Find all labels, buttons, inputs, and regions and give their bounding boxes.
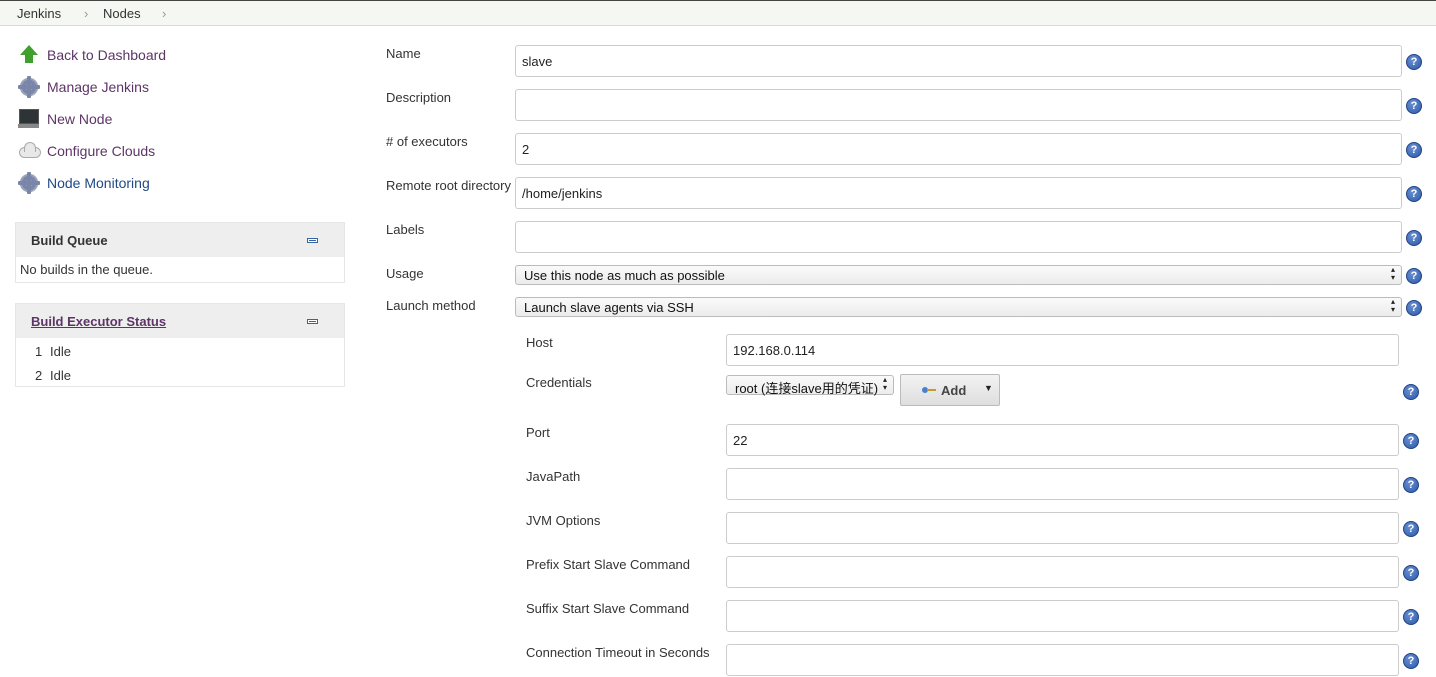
help-icon[interactable] bbox=[1403, 565, 1419, 581]
help-icon[interactable] bbox=[1403, 433, 1419, 449]
executor-number: 1 bbox=[35, 344, 43, 359]
task-configure-clouds[interactable]: Configure Clouds bbox=[18, 139, 155, 163]
executor-status-pane: Build Executor Status 1 Idle 2 Idle bbox=[15, 303, 345, 387]
remote-root-label: Remote root directory bbox=[386, 178, 511, 193]
name-input[interactable] bbox=[515, 45, 1402, 77]
help-icon[interactable] bbox=[1403, 521, 1419, 537]
name-label: Name bbox=[386, 46, 421, 61]
task-label: Back to Dashboard bbox=[47, 47, 167, 63]
executors-label: # of executors bbox=[386, 134, 468, 149]
executor-row: 2 Idle bbox=[16, 362, 344, 386]
prefix-command-input[interactable] bbox=[726, 556, 1399, 588]
build-queue-empty-text: No builds in the queue. bbox=[20, 262, 153, 277]
help-icon[interactable] bbox=[1406, 54, 1422, 70]
help-icon[interactable] bbox=[1403, 653, 1419, 669]
help-icon[interactable] bbox=[1406, 98, 1422, 114]
help-icon[interactable] bbox=[1406, 300, 1422, 316]
task-label: Manage Jenkins bbox=[47, 79, 149, 95]
description-label: Description bbox=[386, 90, 452, 105]
gear-icon bbox=[18, 172, 40, 194]
build-queue-pane: Build Queue No builds in the queue. bbox=[15, 222, 345, 283]
task-node-monitoring[interactable]: Node Monitoring bbox=[18, 171, 150, 195]
host-input[interactable] bbox=[726, 334, 1399, 366]
help-icon[interactable] bbox=[1403, 477, 1419, 493]
cloud-icon bbox=[18, 140, 41, 162]
remote-root-input[interactable] bbox=[515, 177, 1402, 209]
task-manage-jenkins[interactable]: Manage Jenkins bbox=[18, 75, 149, 99]
executor-number: 2 bbox=[35, 368, 43, 383]
usage-label: Usage bbox=[386, 266, 424, 281]
usage-select[interactable]: Use this node as much as possible bbox=[515, 265, 1402, 285]
collapse-icon[interactable] bbox=[307, 238, 318, 243]
java-path-label: JavaPath bbox=[526, 469, 581, 484]
port-label: Port bbox=[526, 425, 550, 440]
up-arrow-icon bbox=[18, 44, 40, 66]
add-credentials-button[interactable]: Add ▼ bbox=[900, 374, 1000, 406]
task-back-to-dashboard[interactable]: Back to Dashboard bbox=[18, 43, 166, 67]
add-button-label: Add bbox=[941, 383, 967, 398]
description-input[interactable] bbox=[515, 89, 1402, 121]
breadcrumb-arrow-icon[interactable] bbox=[84, 6, 88, 21]
executor-state: Idle bbox=[50, 368, 71, 383]
suffix-command-input[interactable] bbox=[726, 600, 1399, 632]
executor-row: 1 Idle bbox=[16, 338, 344, 362]
pane-header: Build Queue bbox=[16, 223, 344, 257]
dropdown-caret-icon: ▼ bbox=[984, 383, 993, 393]
breadcrumb-jenkins[interactable]: Jenkins bbox=[17, 6, 61, 21]
breadcrumb: Jenkins Nodes bbox=[0, 0, 1436, 26]
breadcrumb-arrow-icon[interactable] bbox=[162, 6, 166, 21]
java-path-input[interactable] bbox=[726, 468, 1399, 500]
help-icon[interactable] bbox=[1406, 142, 1422, 158]
credentials-select[interactable]: root (连接slave用的凭证) bbox=[726, 375, 894, 396]
gear-icon bbox=[18, 76, 40, 98]
task-label: Configure Clouds bbox=[47, 143, 156, 159]
executor-state: Idle bbox=[50, 344, 71, 359]
help-icon[interactable] bbox=[1406, 186, 1422, 202]
timeout-label: Connection Timeout in Seconds bbox=[526, 645, 710, 660]
executors-input[interactable] bbox=[515, 133, 1402, 165]
labels-label: Labels bbox=[386, 222, 425, 237]
breadcrumb-nodes[interactable]: Nodes bbox=[103, 6, 141, 21]
task-label: New Node bbox=[47, 111, 113, 127]
jvm-options-label: JVM Options bbox=[526, 513, 601, 528]
host-label: Host bbox=[526, 335, 553, 350]
task-label: Node Monitoring bbox=[47, 175, 150, 191]
port-input[interactable] bbox=[726, 424, 1399, 456]
computer-icon bbox=[18, 108, 40, 130]
build-queue-empty: No builds in the queue. bbox=[16, 257, 344, 281]
credentials-label: Credentials bbox=[526, 375, 592, 390]
key-icon bbox=[922, 387, 936, 393]
build-queue-title: Build Queue bbox=[31, 233, 108, 248]
executor-status-title[interactable]: Build Executor Status bbox=[31, 314, 166, 329]
help-icon[interactable] bbox=[1403, 384, 1419, 400]
pane-header: Build Executor Status bbox=[16, 304, 344, 338]
labels-input[interactable] bbox=[515, 221, 1402, 253]
launch-method-select[interactable]: Launch slave agents via SSH bbox=[515, 297, 1402, 317]
help-icon[interactable] bbox=[1406, 230, 1422, 246]
prefix-command-label: Prefix Start Slave Command bbox=[526, 557, 691, 572]
suffix-command-label: Suffix Start Slave Command bbox=[526, 601, 690, 616]
task-new-node[interactable]: New Node bbox=[18, 107, 112, 131]
collapse-icon[interactable] bbox=[307, 319, 318, 324]
jvm-options-input[interactable] bbox=[726, 512, 1399, 544]
help-icon[interactable] bbox=[1403, 609, 1419, 625]
help-icon[interactable] bbox=[1406, 268, 1422, 284]
timeout-input[interactable] bbox=[726, 644, 1399, 676]
launch-method-label: Launch method bbox=[386, 298, 476, 313]
